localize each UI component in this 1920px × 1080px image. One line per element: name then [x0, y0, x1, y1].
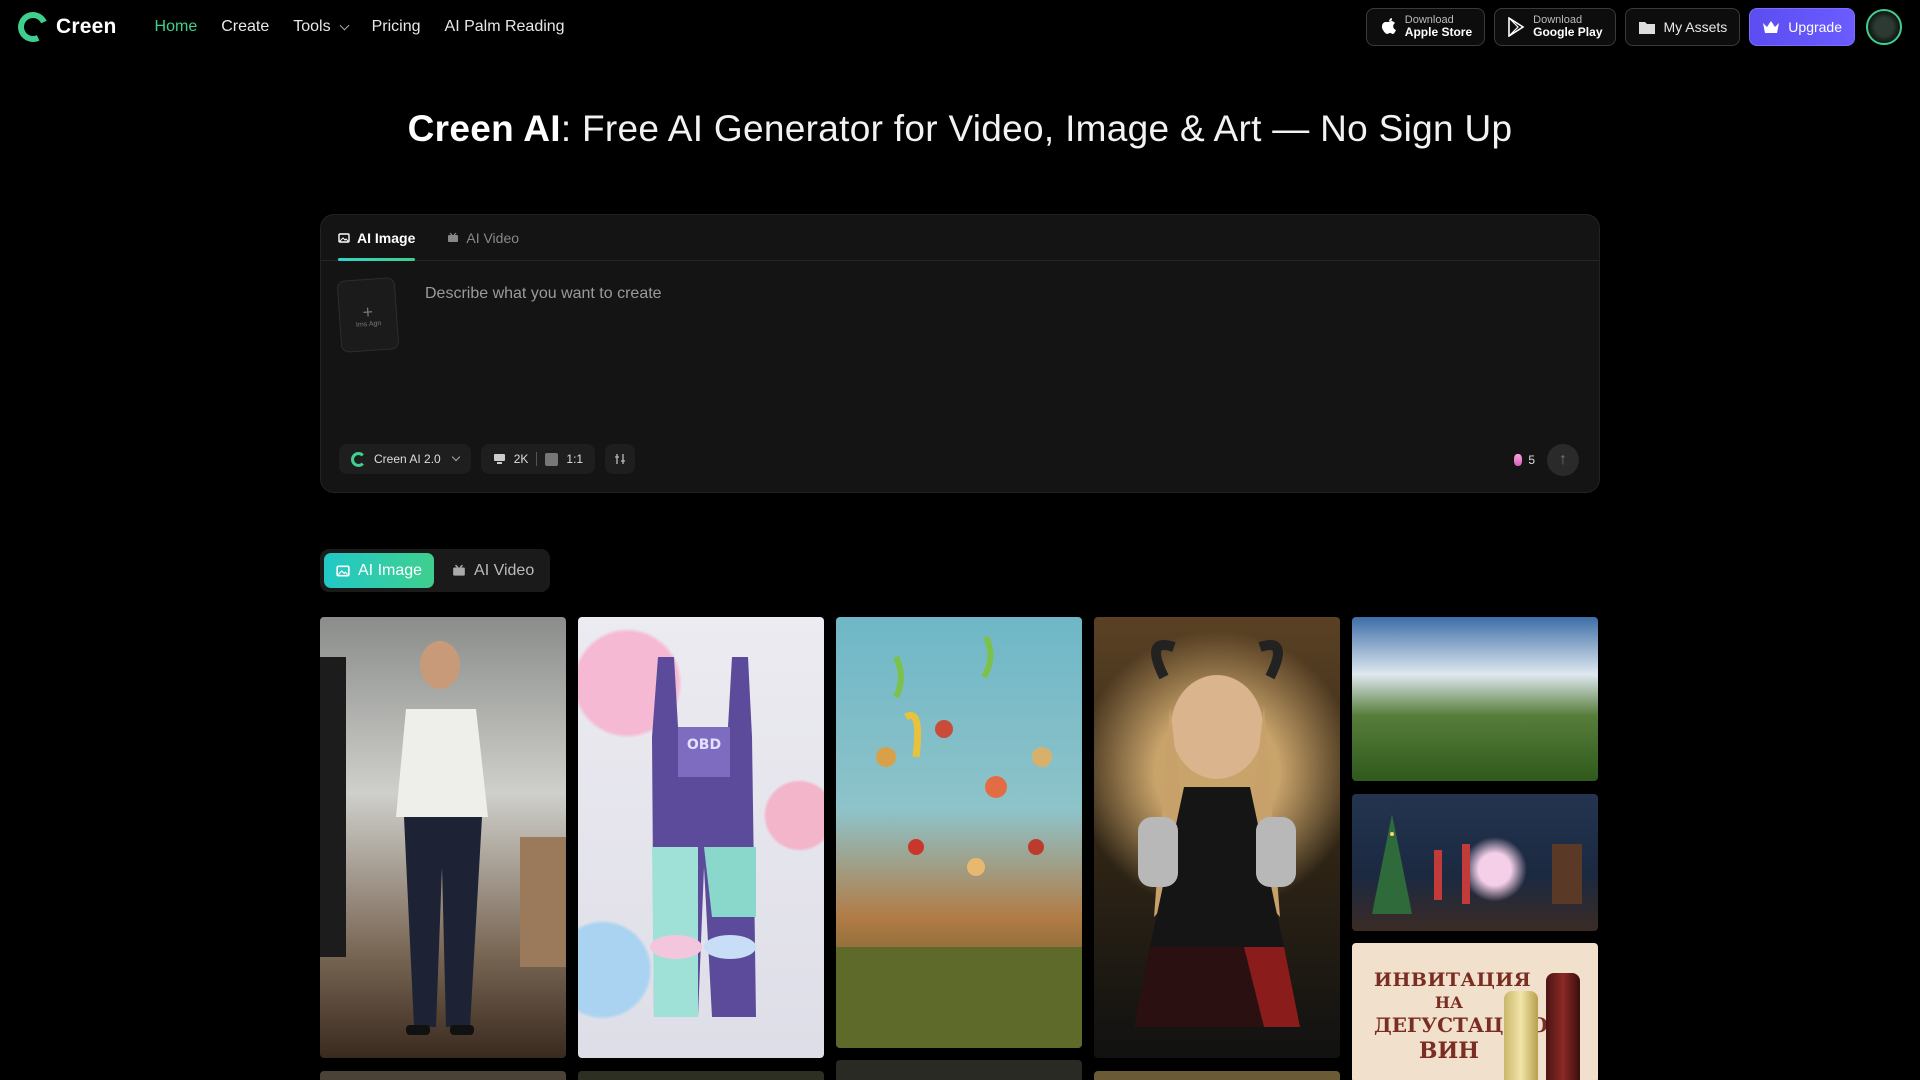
- page-title-brand: Creen AI: [407, 108, 561, 149]
- overalls-logo-text: OBD: [687, 737, 721, 753]
- gallery-tabs: AI Image AI Video: [320, 549, 551, 592]
- invitation-line-4: ВИН: [1418, 1037, 1480, 1064]
- gallery-image-row2-4[interactable]: [1094, 1071, 1340, 1080]
- main-nav: Home Create Tools Pricing AI Palm Readin…: [155, 18, 565, 36]
- white-wine-bottle: [1504, 991, 1538, 1080]
- gallery-image-gothic-doll[interactable]: [1094, 617, 1340, 1058]
- red-wine-bottle: [1546, 973, 1580, 1080]
- generator-toolbar: Creen AI 2.0 2K 1:1: [339, 444, 636, 474]
- prompt-input[interactable]: [425, 285, 1565, 303]
- tab-ai-image-label: AI Image: [357, 229, 416, 246]
- generate-button[interactable]: ↑: [1547, 444, 1579, 476]
- upload-label: Ims Agn: [355, 319, 382, 329]
- invitation-line-1: ИНВИТАЦИЯ: [1374, 969, 1532, 991]
- model-logo-icon: [351, 451, 366, 467]
- invitation-line-3: ДЕГУСТАЦИЮ: [1374, 1012, 1549, 1037]
- page-title: Creen AI: Free AI Generator for Video, I…: [0, 108, 1920, 150]
- nav-create[interactable]: Create: [221, 18, 269, 36]
- nav-pricing[interactable]: Pricing: [372, 18, 421, 36]
- nav-tools[interactable]: Tools: [293, 18, 350, 36]
- brand-name: Creen: [56, 15, 117, 38]
- nav-tools-label: Tools: [293, 18, 331, 35]
- model-name: Creen AI 2.0: [374, 452, 441, 466]
- invitation-line-2: НА: [1434, 992, 1464, 1012]
- apple-store-big: Apple Store: [1404, 24, 1473, 39]
- gallery-image-man-outfit[interactable]: [320, 617, 566, 1058]
- upgrade-label: Upgrade: [1788, 19, 1842, 35]
- gothic-doll-art: [1134, 640, 1300, 1027]
- download-google-play-button[interactable]: Download Google Play: [1494, 8, 1616, 46]
- gallery-image-landscape[interactable]: [1352, 617, 1598, 781]
- overalls-art: OBD: [650, 657, 756, 1017]
- ratio-value: 1:1: [566, 452, 584, 466]
- gallery-tab-ai-video[interactable]: AI Video: [440, 553, 546, 588]
- gallery-image-wine-invitation[interactable]: ИНВИТАЦИЯ НА ДЕГУСТАЦИЮ ВИН: [1352, 943, 1598, 1080]
- google-play-small: Download: [1533, 13, 1583, 26]
- sliders-icon: [615, 454, 626, 464]
- my-assets-button[interactable]: My Assets: [1624, 8, 1741, 46]
- my-assets-label: My Assets: [1663, 19, 1728, 35]
- gallery-image-ballet[interactable]: [1352, 794, 1598, 931]
- image-icon: [338, 232, 350, 243]
- gallery-image-row2-3[interactable]: [836, 1060, 1082, 1080]
- gallery-tab-ai-video-label: AI Video: [474, 561, 535, 579]
- video-icon: [453, 564, 465, 576]
- tab-ai-video[interactable]: AI Video: [447, 215, 519, 260]
- monitor-icon: [493, 454, 505, 464]
- credit-value: 5: [1528, 453, 1535, 467]
- apple-icon: [1381, 18, 1396, 34]
- credit-cost: 5: [1514, 453, 1535, 467]
- gallery-image-balloons[interactable]: [836, 617, 1082, 1048]
- chevron-down-icon: [451, 452, 460, 462]
- download-apple-store-button[interactable]: Download Apple Store: [1365, 8, 1486, 46]
- gallery-image-row2-1[interactable]: [320, 1071, 566, 1080]
- nav-ai-palm-reading[interactable]: AI Palm Reading: [445, 18, 565, 36]
- ballet-art: [1372, 814, 1582, 914]
- image-icon: [336, 565, 350, 576]
- generator-card: AI Image AI Video + Ims Agn Creen AI 2.0…: [320, 214, 1600, 493]
- generator-tabs: AI Image AI Video: [321, 215, 1599, 261]
- google-play-big: Google Play: [1533, 24, 1603, 39]
- gem-icon: [1514, 454, 1523, 466]
- gallery-tab-ai-image[interactable]: AI Image: [324, 553, 435, 588]
- nav-home[interactable]: Home: [155, 18, 198, 36]
- gallery-image-overalls[interactable]: OBD: [578, 617, 824, 1058]
- settings-button[interactable]: [605, 444, 636, 474]
- header-actions: Download Apple Store Download Google Pla…: [1365, 8, 1902, 46]
- apple-store-small: Download: [1404, 13, 1454, 26]
- chevron-down-icon: [339, 20, 350, 30]
- creen-logo-icon: [13, 7, 53, 47]
- upgrade-button[interactable]: Upgrade: [1749, 8, 1855, 46]
- balloons-art: [836, 635, 1082, 1048]
- tab-ai-video-label: AI Video: [466, 229, 520, 246]
- tab-ai-image[interactable]: AI Image: [338, 215, 416, 261]
- resolution-ratio-select[interactable]: 2K 1:1: [480, 444, 596, 474]
- crown-icon: [1763, 21, 1780, 33]
- man-figure-art: [320, 641, 566, 1035]
- top-navbar: Creen Home Create Tools Pricing AI Palm …: [0, 0, 1920, 54]
- generate-controls: 5 ↑: [1514, 444, 1579, 476]
- brand-logo[interactable]: Creen: [13, 7, 117, 47]
- page-title-rest: : Free AI Generator for Video, Image & A…: [560, 108, 1513, 149]
- arrow-up-icon: ↑: [1559, 451, 1567, 468]
- user-avatar[interactable]: [1866, 9, 1902, 45]
- plus-icon: +: [361, 301, 374, 322]
- model-select[interactable]: Creen AI 2.0: [339, 444, 471, 474]
- google-play-icon: [1508, 17, 1525, 37]
- aspect-ratio-icon: [545, 452, 559, 466]
- folder-icon: [1638, 22, 1655, 34]
- invitation-text: ИНВИТАЦИЯ НА ДЕГУСТАЦИЮ ВИН: [1374, 969, 1549, 1065]
- divider: [536, 452, 538, 466]
- image-upload-button[interactable]: + Ims Agn: [336, 277, 400, 353]
- gallery-tab-ai-image-label: AI Image: [358, 561, 423, 579]
- resolution-value: 2K: [513, 452, 529, 466]
- video-icon: [448, 232, 459, 242]
- gallery-image-row2-2[interactable]: [578, 1071, 824, 1080]
